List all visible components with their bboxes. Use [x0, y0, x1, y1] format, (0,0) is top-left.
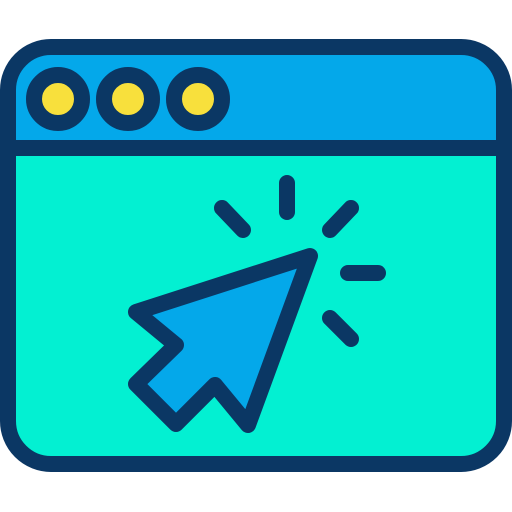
browser-window-click-icon: [0, 39, 512, 472]
window-dot-3: [166, 67, 230, 131]
browser-click-illustration: [0, 0, 512, 512]
window-dot-2: [96, 67, 160, 131]
window-dot-1: [26, 67, 90, 131]
